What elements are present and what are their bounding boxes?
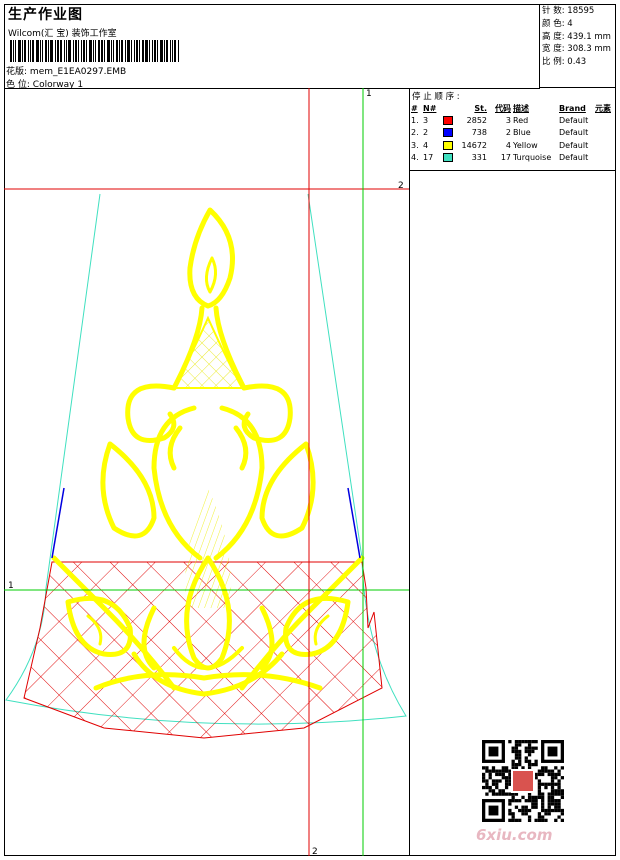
element-cell <box>594 127 616 140</box>
column-header: St. <box>474 103 487 113</box>
stat-row: 高 度: 439.1 mm <box>542 31 614 44</box>
header: 生产作业图 Wilcom(汇 宝) 装饰工作室 花版: mem_E1EA0297… <box>4 4 540 90</box>
row-index: 3. <box>411 140 419 150</box>
color-swatch <box>443 153 453 163</box>
thread-code: 17 <box>500 153 511 163</box>
stop-sequence-panel: 停 止 顺 序 : # N# St. 代码 描述 Brand 元素 1. 3 2… <box>410 88 616 171</box>
stat-label: 比 例: <box>542 57 565 68</box>
stat-value: 308.3 mm <box>567 44 611 55</box>
table-header-row: # N# St. 代码 描述 Brand 元素 <box>410 102 616 114</box>
column-header: 代码 <box>495 103 511 113</box>
color-swatch <box>443 128 453 138</box>
color-swatch-cell <box>442 127 458 140</box>
color-swatch <box>443 115 453 125</box>
page-title: 生产作业图 <box>8 7 83 23</box>
column-header: # <box>411 103 418 113</box>
stat-value: 4 <box>567 18 573 29</box>
stat-row: 宽 度: 308.3 mm <box>542 43 614 56</box>
needle-number: 17 <box>423 153 434 163</box>
yellow-net-top <box>172 315 244 389</box>
column-header: N# <box>423 103 437 113</box>
color-swatch-cell <box>442 139 458 152</box>
table-row: 2. 2 738 2 Blue Default <box>410 127 616 140</box>
design-file-name: mem_E1EA0297.EMB <box>29 67 127 77</box>
watermark-brand: 6xiu.com <box>476 826 553 844</box>
stat-value: 18595 <box>567 6 595 16</box>
color-swatch <box>443 140 453 150</box>
stitch-count: 738 <box>471 128 487 138</box>
thread-code: 4 <box>505 140 511 150</box>
color-swatch-cell <box>442 152 458 165</box>
row-index: 2. <box>411 128 419 138</box>
guide-label-top-green: 1 <box>366 89 372 99</box>
qr-code-icon <box>482 740 564 822</box>
stat-row: 比 例: 0.43 <box>542 56 614 69</box>
thread-brand: Default <box>559 128 589 138</box>
thread-brand: Default <box>559 140 589 150</box>
stat-label: 宽 度: <box>542 44 565 55</box>
thread-description: Red <box>513 115 529 125</box>
stat-row: 针 数: 18595 <box>542 5 614 18</box>
guide-label-bottom-red: 2 <box>312 847 318 856</box>
thread-description: Blue <box>513 128 531 138</box>
row-index: 1. <box>411 115 419 125</box>
stop-sequence-title: 停 止 顺 序 : <box>412 92 460 102</box>
stat-label: 高 度: <box>542 31 565 42</box>
thread-description: Turquoise <box>513 153 552 163</box>
thread-code: 3 <box>505 115 511 125</box>
stitch-count: 2852 <box>466 115 487 125</box>
element-cell <box>594 114 616 127</box>
column-header: 描述 <box>513 103 529 113</box>
needle-number: 4 <box>423 140 429 150</box>
stat-value: 0.43 <box>567 57 587 68</box>
stat-label: 针 数: <box>542 6 565 16</box>
stitch-count: 331 <box>471 153 487 163</box>
blue-stroke-right <box>347 487 361 559</box>
element-cell <box>594 152 616 165</box>
table-row: 1. 3 2852 3 Red Default <box>410 114 616 127</box>
company-name: Wilcom(汇 宝) 装饰工作室 <box>8 29 117 39</box>
element-cell <box>594 139 616 152</box>
needle-number: 3 <box>423 115 429 125</box>
stitch-count: 14672 <box>461 140 487 150</box>
thread-brand: Default <box>559 115 589 125</box>
color-swatch-cell <box>442 114 458 127</box>
stat-value: 439.1 mm <box>567 31 611 42</box>
design-preview-area: 2 1 2 1 <box>4 88 410 856</box>
needle-number: 2 <box>423 128 429 138</box>
stat-label: 颜 色: <box>542 18 565 29</box>
design-stats: 针 数: 18595 颜 色: 4 高 度: 439.1 mm 宽 度: 308… <box>539 4 616 88</box>
thread-code: 2 <box>505 128 511 138</box>
column-header: 元素 <box>595 103 611 113</box>
guide-label-top-red: 2 <box>398 181 404 191</box>
stat-row: 颜 色: 4 <box>542 18 614 31</box>
guide-label-left-green: 1 <box>8 581 14 591</box>
row-index: 4. <box>411 153 419 163</box>
table-row: 3. 4 14672 4 Yellow Default <box>410 139 616 152</box>
barcode <box>10 40 182 62</box>
table-row: 4. 17 331 17 Turquoise Default <box>410 152 616 165</box>
column-header <box>442 102 458 114</box>
design-file-label: 花版: <box>6 67 28 77</box>
thread-brand: Default <box>559 153 589 163</box>
column-header: Brand <box>559 103 586 113</box>
design-file-line: 花版: mem_E1EA0297.EMB <box>6 64 126 77</box>
thread-description: Yellow <box>513 140 538 150</box>
color-sequence-table: # N# St. 代码 描述 Brand 元素 1. 3 2852 3 Red … <box>410 102 616 164</box>
embroidery-design: 2 1 2 1 <box>4 88 409 856</box>
